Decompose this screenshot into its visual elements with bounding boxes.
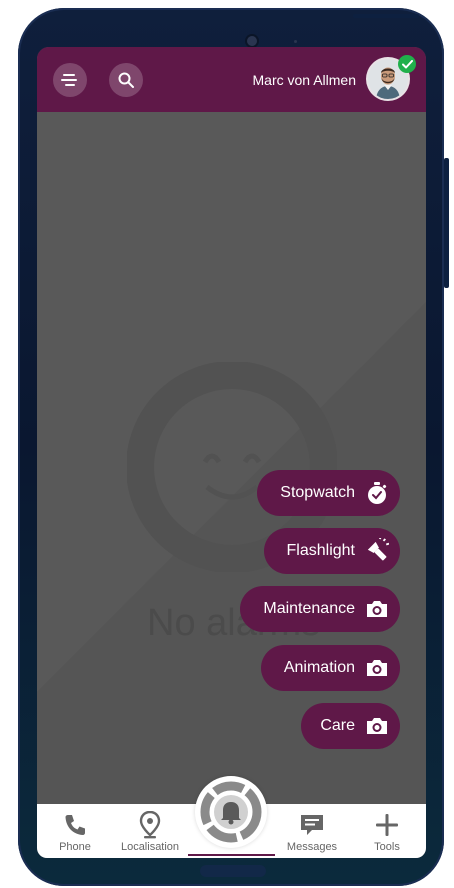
bottom-speaker: [200, 865, 266, 877]
maintenance-button[interactable]: Maintenance: [240, 586, 400, 632]
volume-button: [444, 158, 449, 288]
search-icon: [118, 72, 134, 88]
stopwatch-label: Stopwatch: [280, 484, 355, 501]
checkmark-icon: [401, 59, 413, 68]
flashlight-label: Flashlight: [286, 542, 355, 559]
location-pin-icon: [136, 811, 164, 839]
main-content: No alarms Stopwatch Flashlight Maintenan…: [37, 112, 426, 804]
camera-icon: [365, 656, 389, 680]
nav-item-messages[interactable]: Messages: [283, 804, 341, 858]
care-button[interactable]: Care: [301, 703, 400, 749]
user-name[interactable]: Marc von Allmen: [253, 72, 356, 88]
alarm-center-button[interactable]: [195, 776, 267, 848]
nav-label-messages: Messages: [286, 841, 338, 853]
nav-item-localisation[interactable]: Localisation: [117, 804, 183, 858]
menu-icon: [61, 74, 77, 86]
animation-button[interactable]: Animation: [261, 645, 400, 691]
flashlight-button[interactable]: Flashlight: [264, 528, 400, 574]
nav-item-tools[interactable]: Tools: [365, 804, 409, 858]
maintenance-label: Maintenance: [263, 600, 355, 617]
stopwatch-button[interactable]: Stopwatch: [257, 470, 400, 516]
camera-icon: [365, 714, 389, 738]
menu-button[interactable]: [53, 63, 87, 97]
top-bar: Marc von Allmen: [37, 47, 426, 112]
power-button: [353, 14, 419, 18]
nav-label-tools: Tools: [374, 841, 400, 853]
nav-item-phone[interactable]: Phone: [51, 804, 99, 858]
proximity-sensor: [294, 40, 297, 43]
nav-label-phone: Phone: [59, 841, 91, 853]
search-button[interactable]: [109, 63, 143, 97]
camera-icon: [365, 597, 389, 621]
plus-icon: [373, 811, 401, 839]
stopwatch-icon: [365, 481, 389, 505]
active-tab-indicator: [188, 854, 275, 856]
animation-label: Animation: [283, 659, 355, 676]
online-status-badge: [398, 55, 416, 73]
phone-icon: [61, 811, 89, 839]
care-label: Care: [320, 717, 355, 734]
nav-label-localisation: Localisation: [120, 841, 180, 853]
flashlight-icon: [365, 538, 389, 563]
message-icon: [298, 811, 326, 839]
app-screen: Marc von Allmen No alarms Stopwatch Flas…: [37, 47, 426, 858]
alarm-bell-icon: [200, 781, 262, 843]
front-camera: [247, 36, 257, 46]
